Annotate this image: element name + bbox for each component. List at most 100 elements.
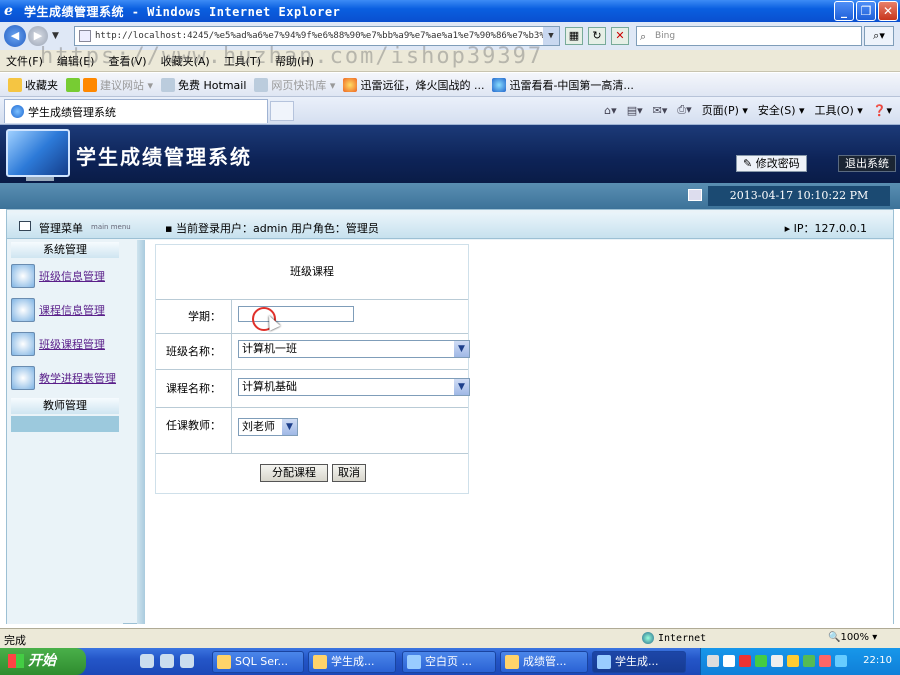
quicklaunch-icon[interactable]: [140, 654, 154, 668]
menu-bar: 文件(F) 编辑(E) 查看(V) 收藏夹(A) 工具(T) 帮助(H): [0, 50, 900, 72]
new-tab-button[interactable]: [270, 101, 294, 121]
task-student-1[interactable]: 学生成...: [308, 651, 396, 673]
compat-view-icon[interactable]: ▦: [565, 27, 583, 45]
quicklaunch-ie-icon[interactable]: [160, 654, 174, 668]
menu-favorites[interactable]: 收藏夹(A): [161, 53, 210, 69]
favorites-bar: 收藏夹 建议网站 ▾ 免费 Hotmail 网页快讯库 ▾ 迅雷远征，烽火国战的…: [0, 73, 900, 97]
assign-course-button[interactable]: 分配课程: [260, 464, 328, 482]
gear-icon: [11, 332, 35, 356]
cmd-page[interactable]: 页面(P) ▾: [702, 102, 748, 118]
fav-hotmail[interactable]: 免费 Hotmail: [161, 77, 246, 93]
fav-web-slices[interactable]: 网页快讯库 ▾: [254, 77, 335, 93]
maximize-button[interactable]: ❐: [856, 1, 876, 21]
close-button[interactable]: ✕: [878, 1, 898, 21]
address-dropdown-icon[interactable]: ▼: [543, 27, 559, 45]
datetime-display: 2013-04-17 10:10:22 PM: [708, 186, 890, 206]
chevron-down-icon: ▼: [282, 419, 297, 435]
minimize-button[interactable]: _: [834, 1, 854, 21]
change-password-button[interactable]: ✎ 修改密码: [736, 155, 807, 172]
security-zone[interactable]: Internet: [642, 632, 706, 644]
nav-item-class-info[interactable]: 班级信息管理: [11, 262, 119, 290]
windows-logo-icon: [8, 654, 24, 668]
screen-icon: [688, 189, 702, 201]
logout-button[interactable]: 退出系统: [838, 155, 896, 172]
xunlei-icon: [343, 77, 358, 92]
search-button[interactable]: ⌕▾: [864, 26, 894, 46]
nav-item-teaching-schedule[interactable]: 教学进程表管理: [11, 364, 119, 392]
task-sql-server[interactable]: SQL Ser...: [212, 651, 304, 673]
globe-icon: [642, 632, 654, 644]
monitor-stand: [26, 177, 54, 181]
address-input[interactable]: http://localhost:4245/%e5%ad%a6%e7%94%9f…: [74, 26, 560, 46]
cmd-safety[interactable]: 安全(S) ▾: [758, 102, 805, 118]
shield-icon[interactable]: [803, 655, 815, 667]
search-input[interactable]: ⌕ Bing: [636, 26, 862, 46]
fav-suggested-sites[interactable]: 建议网站 ▾: [66, 77, 153, 93]
fav-xunlei-1[interactable]: 迅雷远征，烽火国战的 ...: [343, 77, 484, 93]
term-row: 学期：: [156, 299, 468, 333]
menu-view[interactable]: 查看(V): [108, 53, 146, 69]
chevron-down-icon: ▼: [454, 379, 469, 395]
home-icon[interactable]: ⌂▾: [604, 104, 617, 117]
volume-icon[interactable]: [835, 655, 847, 667]
task-grade-mgmt[interactable]: 成绩管...: [500, 651, 588, 673]
class-row: 班级名称： 计算机一班 ▼: [156, 333, 470, 369]
start-button[interactable]: 开始: [0, 648, 86, 675]
address-url: http://localhost:4245/%e5%ad%a6%e7%94%9f…: [95, 31, 556, 41]
quicklaunch-icon[interactable]: [180, 654, 194, 668]
term-label: 学期：: [156, 300, 232, 333]
content-frame: 管理菜单 main menu ▪ 当前登录用户：admin 用户角色：管理员 ▸…: [6, 209, 894, 624]
ie-icon: [597, 655, 611, 669]
menu-file[interactable]: 文件(F): [6, 53, 43, 69]
tray-app-icon[interactable]: [819, 655, 831, 667]
clock: 22:10: [863, 655, 892, 666]
tab-current[interactable]: 学生成绩管理系统: [4, 99, 268, 123]
task-student-2[interactable]: 学生成...: [592, 651, 686, 673]
back-button[interactable]: ◀: [4, 25, 26, 47]
menu-subtitle: main menu: [91, 223, 131, 231]
datetime-strip: 2013-04-17 10:10:22 PM: [0, 183, 900, 209]
history-dropdown-icon[interactable]: ▼: [52, 31, 59, 41]
menu-tools[interactable]: 工具(T): [224, 53, 261, 69]
suggested-sites-icon: [83, 77, 97, 92]
tray-app-icon[interactable]: [755, 655, 767, 667]
nav-section-teacher[interactable]: 教师管理: [11, 398, 119, 414]
keyboard-icon[interactable]: [707, 655, 719, 667]
course-label: 课程名称：: [156, 370, 232, 407]
refresh-icon[interactable]: ↻: [588, 27, 606, 45]
cmd-tools[interactable]: 工具(O) ▾: [815, 102, 863, 118]
print-icon[interactable]: ⎙▾: [677, 103, 691, 117]
frame-divider[interactable]: [137, 240, 145, 624]
window-titlebar: e 学生成绩管理系统 - Windows Internet Explorer _…: [0, 0, 900, 22]
app-header: 学生成绩管理系统 ✎ 修改密码 退出系统: [0, 125, 900, 183]
course-select[interactable]: 计算机基础 ▼: [238, 378, 470, 396]
input-method-icon[interactable]: [723, 655, 735, 667]
nav-section-system[interactable]: 系统管理: [11, 242, 119, 258]
cancel-button[interactable]: 取消: [332, 464, 366, 482]
current-user-info: ▪ 当前登录用户：admin 用户角色：管理员: [165, 222, 379, 235]
stop-icon[interactable]: ✕: [611, 27, 629, 45]
menu-edit[interactable]: 编辑(E): [57, 53, 95, 69]
tray-app-icon[interactable]: [739, 655, 751, 667]
teacher-row: 任课教师： 刘老师 ▼: [156, 407, 468, 453]
menu-help[interactable]: 帮助(H): [275, 53, 314, 69]
class-select[interactable]: 计算机一班 ▼: [238, 340, 470, 358]
address-toolbar: ◀ ▶ ▼ http://localhost:4245/%e5%ad%a6%e7…: [0, 22, 900, 50]
task-blank-page[interactable]: 空白页 ...: [402, 651, 496, 673]
nav-item-class-course[interactable]: 班级课程管理: [11, 330, 119, 358]
feeds-icon[interactable]: ▤▾: [627, 104, 643, 117]
forward-button[interactable]: ▶: [28, 26, 48, 46]
menu-title: 管理菜单: [39, 222, 83, 235]
ie-icon: [407, 655, 421, 669]
favorites-button[interactable]: 收藏夹: [8, 77, 58, 93]
tray-app-icon[interactable]: [787, 655, 799, 667]
fav-xunlei-2[interactable]: 迅雷看看-中国第一高清...: [492, 77, 634, 93]
teacher-select[interactable]: 刘老师 ▼: [238, 418, 298, 436]
zoom-level[interactable]: 🔍100% ▾: [828, 632, 877, 643]
network-icon[interactable]: [771, 655, 783, 667]
mail-icon[interactable]: ✉▾: [653, 104, 668, 117]
window-title: 学生成绩管理系统 - Windows Internet Explorer: [24, 4, 341, 19]
nav-item-course-info[interactable]: 课程信息管理: [11, 296, 119, 324]
help-icon[interactable]: ❓▾: [873, 104, 892, 117]
left-nav: 系统管理 班级信息管理 课程信息管理 班级课程管理 教学进程表管理 教师管理: [7, 240, 123, 624]
